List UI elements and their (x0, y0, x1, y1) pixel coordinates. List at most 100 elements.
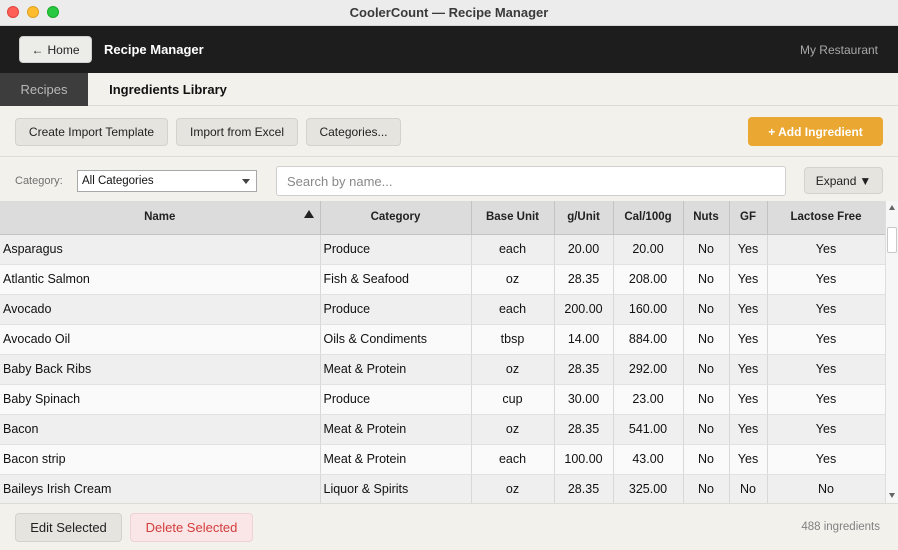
create-import-template-button[interactable]: Create Import Template (15, 118, 168, 146)
chevron-down-icon (242, 179, 250, 184)
category-dropdown-value: All Categories (82, 175, 154, 187)
home-button[interactable]: ← Home (19, 36, 92, 63)
name-cell: Atlantic Salmon (0, 264, 321, 295)
nuts-cell: No (683, 264, 730, 295)
nuts-cell: No (683, 354, 730, 385)
table-row[interactable]: Avocado Produce each 200.00 160.00 No Yes Yes (0, 294, 885, 325)
tab-recipes[interactable]: Recipes (0, 73, 88, 106)
nuts-cell: No (683, 234, 730, 265)
cal-per-100g-cell: 160.00 (613, 294, 684, 325)
table-row[interactable]: Baileys Irish Cream Liquor & Spirits oz 28.… (0, 474, 885, 503)
scroll-up-icon[interactable] (889, 205, 895, 210)
category-cell: Produce (320, 294, 472, 325)
cal-per-100g-cell: 541.00 (613, 414, 684, 445)
table-row[interactable]: Baby Spinach Produce cup 30.00 23.00 No Yes Yes (0, 384, 885, 415)
cal-per-100g-cell: 884.00 (613, 324, 684, 355)
expand-button-label: Expand (815, 173, 857, 188)
gf-cell: Yes (729, 444, 768, 475)
g-per-unit-cell: 200.00 (554, 294, 614, 325)
table-row[interactable]: Bacon strip Meat & Protein each 100.00 43.00… (0, 444, 885, 475)
footer-divider (0, 503, 898, 504)
g-per-unit-cell: 30.00 (554, 384, 614, 415)
table-row[interactable]: Asparagus Produce each 20.00 20.00 No Yes Yes (0, 234, 885, 265)
category-cell: Produce (320, 234, 472, 265)
table-row[interactable]: Atlantic Salmon Fish & Seafood oz 28.35 208.… (0, 264, 885, 295)
base-unit-cell: oz (471, 414, 555, 445)
tab-bar: Recipes Ingredients Library (0, 73, 898, 106)
gf-cell: Yes (729, 384, 768, 415)
name-cell: Baileys Irish Cream (0, 474, 321, 503)
table-row[interactable]: Bacon Meat & Protein oz 28.35 541.00 No Yes Yes (0, 414, 885, 445)
ingredient-count: 488 ingredients (801, 521, 880, 533)
delete-selected-button[interactable]: Delete Selected (130, 513, 253, 542)
page-title: Recipe Manager (104, 42, 204, 57)
name-cell: Baby Back Ribs (0, 354, 321, 385)
column-header-base-unit[interactable]: Base Unit (471, 201, 555, 235)
nuts-cell: No (683, 324, 730, 355)
column-header-g-per-unit[interactable]: g/Unit (554, 201, 614, 235)
g-per-unit-cell: 14.00 (554, 324, 614, 355)
edit-selected-button[interactable]: Edit Selected (15, 513, 122, 542)
g-per-unit-cell: 100.00 (554, 444, 614, 475)
nuts-cell: No (683, 474, 730, 503)
name-cell: Asparagus (0, 234, 321, 265)
name-cell: Avocado (0, 294, 321, 325)
base-unit-cell: each (471, 444, 555, 475)
categories-button[interactable]: Categories... (306, 118, 401, 146)
name-cell: Baby Spinach (0, 384, 321, 415)
column-header-gf[interactable]: GF (729, 201, 768, 235)
gf-cell: Yes (729, 354, 768, 385)
column-header-category[interactable]: Category (320, 201, 472, 235)
category-cell: Oils & Condiments (320, 324, 472, 355)
scrollbar-thumb[interactable] (887, 227, 897, 253)
cal-per-100g-cell: 208.00 (613, 264, 684, 295)
table-row[interactable]: Baby Back Ribs Meat & Protein oz 28.35 292.0… (0, 354, 885, 385)
table-body: Asparagus Produce each 20.00 20.00 No Yes Yes At… (0, 234, 885, 503)
import-from-excel-button[interactable]: Import from Excel (176, 118, 298, 146)
expand-button[interactable]: Expand ▼ (804, 167, 883, 194)
column-header-name[interactable]: Name (0, 201, 321, 235)
gf-cell: Yes (729, 324, 768, 355)
base-unit-cell: oz (471, 264, 555, 295)
sort-ascending-icon (303, 210, 314, 218)
category-cell: Fish & Seafood (320, 264, 472, 295)
cal-per-100g-cell: 23.00 (613, 384, 684, 415)
column-header-cal-per-100g[interactable]: Cal/100g (613, 201, 684, 235)
base-unit-cell: tbsp (471, 324, 555, 355)
app-header: ← Home Recipe Manager My Restaurant (0, 26, 898, 73)
lactose-free-cell: Yes (767, 264, 885, 295)
g-per-unit-cell: 28.35 (554, 474, 614, 503)
category-filter-label: Category: (15, 175, 63, 187)
lactose-free-cell: Yes (767, 414, 885, 445)
base-unit-cell: each (471, 234, 555, 265)
category-cell: Meat & Protein (320, 444, 472, 475)
tab-ingredients-library[interactable]: Ingredients Library (88, 73, 248, 106)
lactose-free-cell: Yes (767, 384, 885, 415)
restaurant-name: My Restaurant (799, 43, 878, 57)
name-cell: Avocado Oil (0, 324, 321, 355)
search-input[interactable] (276, 166, 786, 196)
nuts-cell: No (683, 384, 730, 415)
g-per-unit-cell: 20.00 (554, 234, 614, 265)
gf-cell: Yes (729, 264, 768, 295)
gf-cell: Yes (729, 294, 768, 325)
nuts-cell: No (683, 444, 730, 475)
lactose-free-cell: Yes (767, 444, 885, 475)
add-ingredient-button[interactable]: + Add Ingredient (748, 117, 883, 146)
category-dropdown[interactable]: All Categories (77, 170, 257, 192)
base-unit-cell: each (471, 294, 555, 325)
title-bar: CoolerCount — Recipe Manager (0, 0, 898, 26)
column-header-lactose-free[interactable]: Lactose Free (767, 201, 885, 235)
name-cell: Bacon strip (0, 444, 321, 475)
home-button-label: Home (47, 42, 80, 57)
lactose-free-cell: Yes (767, 234, 885, 265)
table-scrollbar[interactable] (885, 201, 898, 503)
cal-per-100g-cell: 20.00 (613, 234, 684, 265)
table-row[interactable]: Avocado Oil Oils & Condiments tbsp 14.00 884… (0, 324, 885, 355)
scroll-down-icon[interactable] (889, 493, 895, 498)
g-per-unit-cell: 28.35 (554, 354, 614, 385)
nuts-cell: No (683, 294, 730, 325)
nuts-cell: No (683, 414, 730, 445)
column-header-nuts[interactable]: Nuts (683, 201, 730, 235)
lactose-free-cell: Yes (767, 324, 885, 355)
